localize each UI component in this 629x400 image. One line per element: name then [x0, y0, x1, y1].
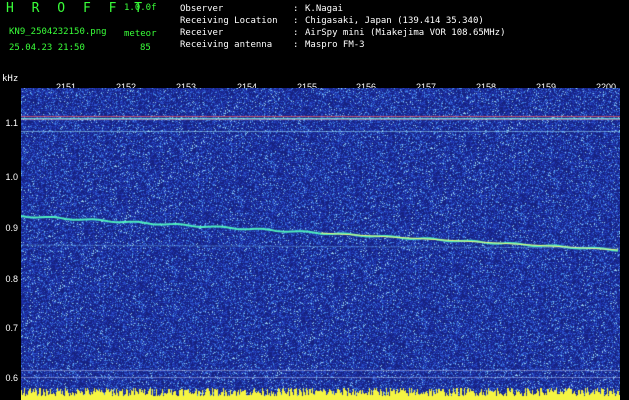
y-tick: 0.6 [5, 373, 18, 383]
y-tick: 0.9 [5, 223, 18, 233]
info-key: Receiving Location [180, 16, 278, 26]
y-axis-unit: kHz [2, 74, 19, 84]
y-tick: 1.1 [5, 118, 18, 128]
spectrogram-waterfall [21, 88, 620, 400]
y-tick: 1.0 [5, 172, 18, 182]
info-row-location: Receiving Location : Chigasaki, Japan (1… [180, 16, 505, 28]
y-tick: 0.7 [5, 323, 18, 333]
info-colon: : [293, 40, 299, 50]
version-label: 1.0.0f [124, 3, 157, 13]
info-row-receiver: Receiver : AirSpy mini (Miakejima VOR 10… [180, 28, 505, 40]
info-colon: : [293, 16, 299, 26]
info-colon: : [293, 28, 299, 38]
y-tick: 0.8 [5, 274, 18, 284]
station-info: Observer : K.Nagai Receiving Location : … [180, 4, 505, 52]
info-value: AirSpy mini (Miakejima VOR 108.65MHz) [305, 28, 506, 38]
info-value: Chigasaki, Japan (139.414 35.340) [305, 16, 484, 26]
meteor-count: 85 [140, 43, 151, 53]
info-key: Receiving antenna [180, 40, 273, 50]
timestamp-label: 25.04.23 21:50 [9, 43, 85, 53]
meteor-label: meteor [124, 29, 157, 39]
info-key: Receiver [180, 28, 224, 38]
info-row-observer: Observer : K.Nagai [180, 4, 505, 16]
info-key: Observer [180, 4, 224, 14]
info-colon: : [293, 4, 299, 14]
info-row-antenna: Receiving antenna : Maspro FM-3 [180, 40, 505, 52]
filename-label: KN9_2504232150.png [9, 27, 107, 37]
info-value: Maspro FM-3 [305, 40, 365, 50]
info-value: K.Nagai [305, 4, 343, 14]
